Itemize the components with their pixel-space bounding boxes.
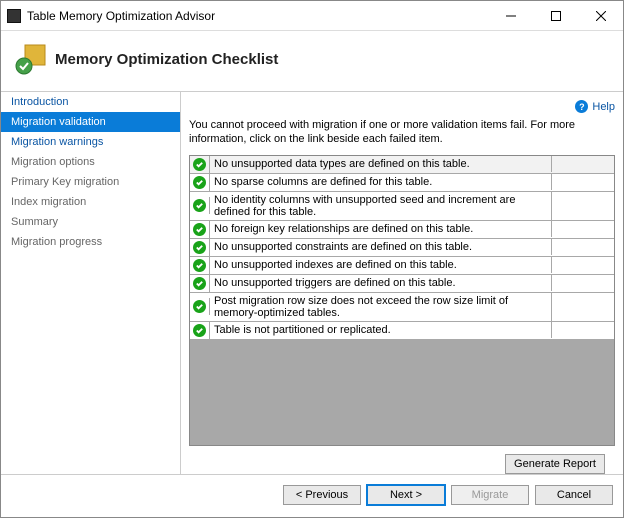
check-row: No foreign key relationships are defined… (190, 221, 614, 239)
check-text: Post migration row size does not exceed … (210, 293, 552, 321)
page-title: Memory Optimization Checklist (55, 51, 278, 68)
footer-buttons: < Previous Next > Migrate Cancel (1, 474, 623, 517)
sidebar-item-summary[interactable]: Summary (1, 212, 180, 232)
sidebar-item-introduction[interactable]: Introduction (1, 92, 180, 112)
previous-button[interactable]: < Previous (283, 485, 361, 505)
wizard-window: Table Memory Optimization Advisor Memory… (0, 0, 624, 518)
wizard-icon (15, 43, 47, 75)
check-status-icon (190, 298, 210, 315)
help-icon: ? (575, 100, 588, 113)
check-row: No unsupported constraints are defined o… (190, 239, 614, 257)
window-title: Table Memory Optimization Advisor (27, 9, 488, 23)
title-bar: Table Memory Optimization Advisor (1, 1, 623, 31)
sidebar-nav: Introduction Migration validation Migrat… (1, 92, 181, 474)
validation-checklist: No unsupported data types are defined on… (189, 155, 615, 447)
check-status-icon (190, 197, 210, 214)
checkmark-icon (193, 241, 206, 254)
checkmark-icon (193, 324, 206, 337)
check-status-icon (190, 257, 210, 274)
checkmark-icon (193, 223, 206, 236)
check-row: No unsupported data types are defined on… (190, 156, 614, 174)
check-status-icon (190, 174, 210, 191)
minimize-button[interactable] (488, 1, 533, 31)
check-text: No unsupported data types are defined on… (210, 156, 552, 172)
check-text: No unsupported indexes are defined on th… (210, 257, 552, 273)
close-button[interactable] (578, 1, 623, 31)
check-status-icon (190, 322, 210, 339)
sidebar-item-migration-validation[interactable]: Migration validation (1, 112, 180, 132)
app-icon (7, 9, 21, 23)
header: Memory Optimization Checklist (1, 31, 623, 92)
cancel-button[interactable]: Cancel (535, 485, 613, 505)
check-row: No unsupported triggers are defined on t… (190, 275, 614, 293)
check-status-icon (190, 239, 210, 256)
check-row: Table is not partitioned or replicated. (190, 322, 614, 340)
report-row: Generate Report (189, 446, 615, 474)
sidebar-item-migration-warnings[interactable]: Migration warnings (1, 132, 180, 152)
sidebar-item-migration-progress[interactable]: Migration progress (1, 232, 180, 252)
generate-report-button[interactable]: Generate Report (505, 454, 605, 474)
checkmark-icon (193, 158, 206, 171)
check-status-icon (190, 156, 210, 173)
check-text: No identity columns with unsupported see… (210, 192, 552, 220)
check-status-icon (190, 221, 210, 238)
check-row: No unsupported indexes are defined on th… (190, 257, 614, 275)
checkmark-icon (193, 277, 206, 290)
check-text: No unsupported triggers are defined on t… (210, 275, 552, 291)
check-text: No sparse columns are defined for this t… (210, 174, 552, 190)
migrate-button: Migrate (451, 485, 529, 505)
checkmark-icon (193, 259, 206, 272)
checkmark-icon (193, 300, 206, 313)
check-status-icon (190, 275, 210, 292)
help-link[interactable]: Help (592, 101, 615, 113)
help-row: ? Help (189, 98, 615, 119)
check-row: No identity columns with unsupported see… (190, 192, 614, 221)
check-text: Table is not partitioned or replicated. (210, 322, 552, 338)
check-text: No foreign key relationships are defined… (210, 221, 552, 237)
checkmark-icon (193, 199, 206, 212)
sidebar-item-index-migration[interactable]: Index migration (1, 192, 180, 212)
checklist-rows: No unsupported data types are defined on… (190, 156, 614, 340)
content-pane: ? Help You cannot proceed with migration… (181, 92, 623, 474)
check-text: No unsupported constraints are defined o… (210, 239, 552, 255)
maximize-button[interactable] (533, 1, 578, 31)
check-row: Post migration row size does not exceed … (190, 293, 614, 322)
check-row: No sparse columns are defined for this t… (190, 174, 614, 192)
checkmark-icon (193, 176, 206, 189)
sidebar-item-migration-options[interactable]: Migration options (1, 152, 180, 172)
next-button[interactable]: Next > (367, 485, 445, 505)
instruction-text: You cannot proceed with migration if one… (189, 119, 615, 147)
sidebar-item-primary-key-migration[interactable]: Primary Key migration (1, 172, 180, 192)
body: Introduction Migration validation Migrat… (1, 92, 623, 474)
